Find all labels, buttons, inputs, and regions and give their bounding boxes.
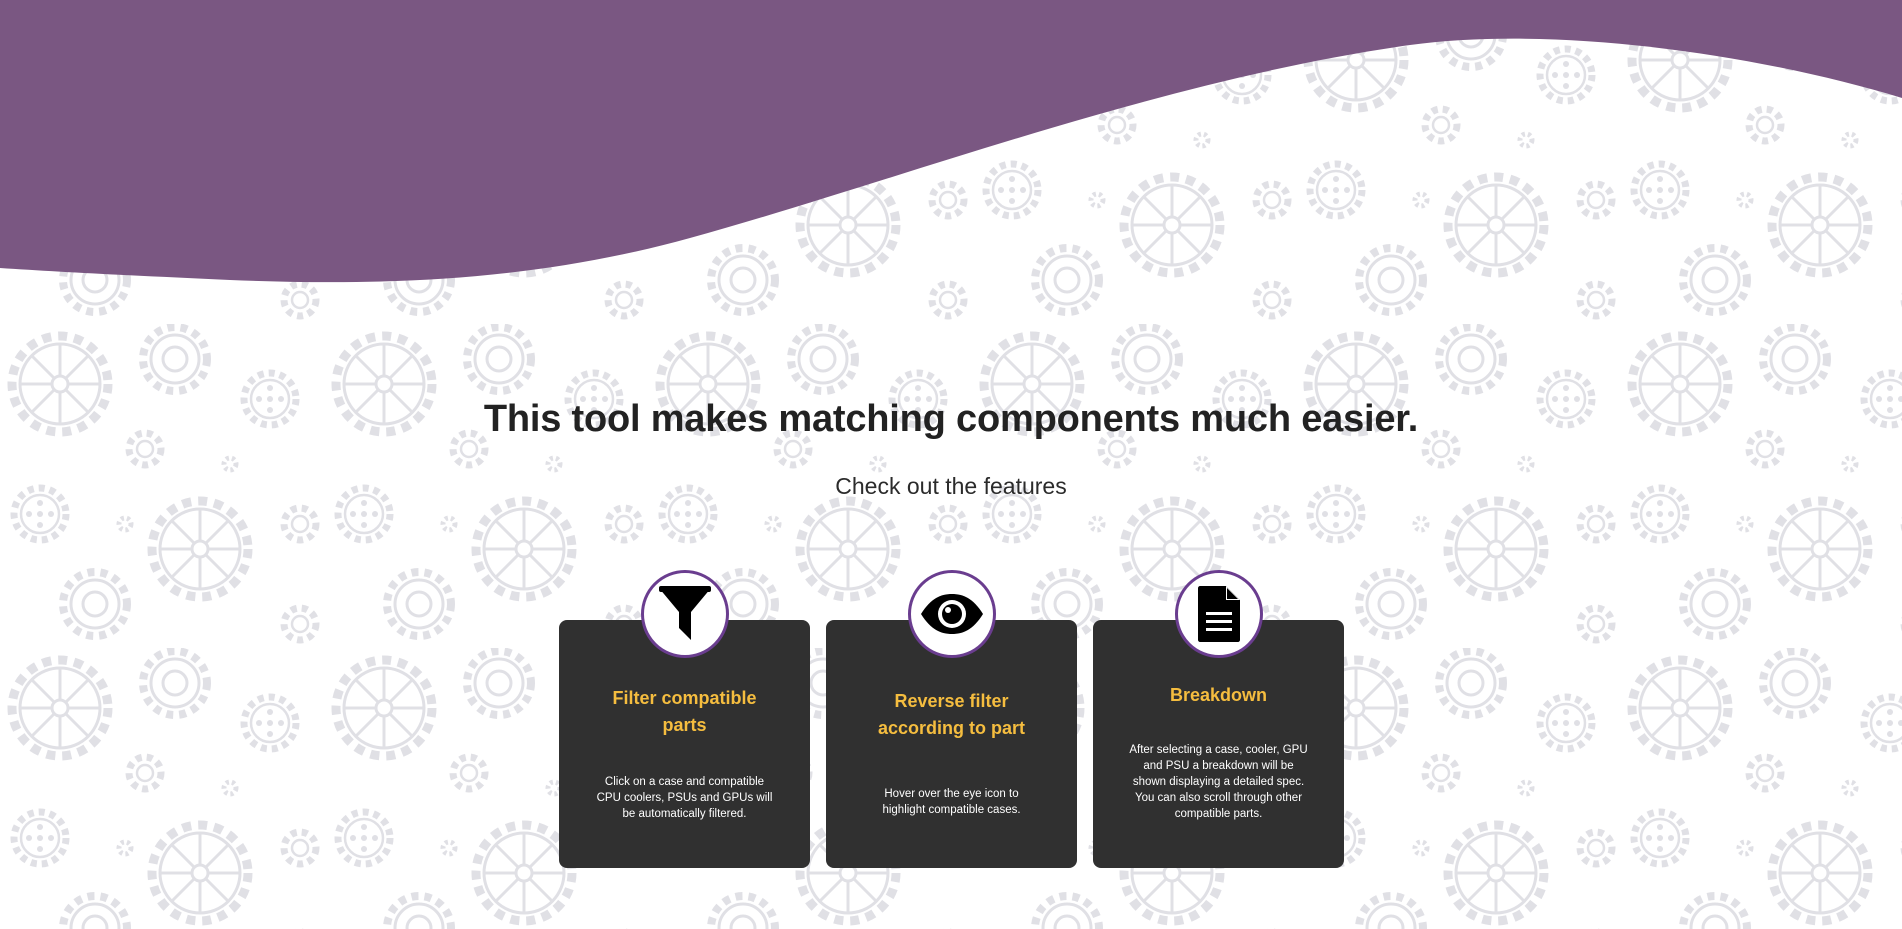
feature-icon-circle (907, 570, 996, 658)
feature-title: Breakdown (1169, 685, 1268, 705)
feature-description: After selecting a case, cooler, GPU and … (1129, 744, 1308, 820)
feature-title: Reverse filter according to part (877, 691, 1025, 738)
feature-icon-circle (640, 570, 729, 658)
feature-icon-circle (1174, 570, 1263, 658)
feature-description: Hover over the eye icon to highlight com… (882, 788, 1021, 816)
eye-icon[interactable] (919, 592, 985, 636)
page-subheadline: Check out the features (835, 473, 1067, 499)
feature-title: Filter compatible parts (612, 688, 757, 735)
feature-card-filter: Filter compatible parts Click on a case … (559, 570, 810, 868)
page-headline: This tool makes matching components much… (483, 398, 1419, 440)
document-icon (1197, 586, 1240, 642)
feature-card-reverse-filter: Reverse filter according to part Hover o… (826, 570, 1077, 868)
features-section: This tool makes matching components much… (0, 0, 1902, 929)
feature-card-breakdown: Breakdown After selecting a case, cooler… (1093, 570, 1344, 868)
feature-description: Click on a case and compatible CPU coole… (596, 776, 773, 820)
filter-icon (658, 586, 711, 640)
